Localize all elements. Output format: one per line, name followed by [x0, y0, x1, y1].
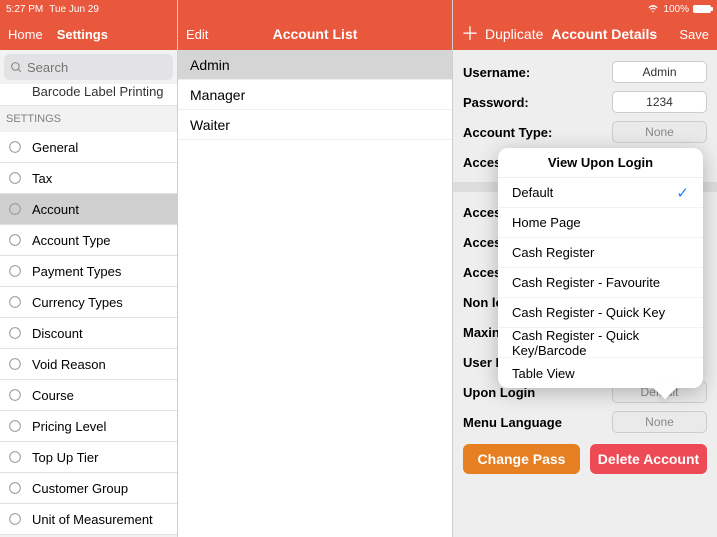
- account-type-label: Account Type:: [463, 125, 612, 140]
- settings-title: Settings: [57, 27, 108, 42]
- sidebar-item-tax[interactable]: Tax: [0, 163, 177, 194]
- sidebar-item-customer-group[interactable]: Customer Group: [0, 473, 177, 504]
- popover-option-label: Default: [512, 185, 553, 200]
- status-time: 5:27 PM: [6, 4, 43, 15]
- menu-language-label: Menu Language: [463, 415, 612, 430]
- search-icon: [10, 61, 23, 74]
- popover-option[interactable]: Cash Register - Favourite: [498, 268, 703, 298]
- search-bar[interactable]: [4, 54, 173, 80]
- sidebar-icon: [6, 262, 24, 280]
- check-icon: ✓: [676, 184, 689, 202]
- sidebar-item-label: Discount: [32, 326, 83, 341]
- username-label: Username:: [463, 65, 612, 80]
- account-type-field[interactable]: None: [612, 121, 707, 143]
- sidebar-item-label: General: [32, 140, 78, 155]
- status-date: Tue Jun 29: [49, 4, 99, 15]
- status-bar-right: 100%: [453, 0, 717, 18]
- popover-option[interactable]: Home Page: [498, 208, 703, 238]
- details-title: Account Details: [551, 26, 657, 42]
- sidebar-item-payment-types[interactable]: Payment Types: [0, 256, 177, 287]
- popover-option-label: Table View: [512, 366, 575, 381]
- menu-language-field[interactable]: None: [612, 411, 707, 433]
- sidebar-icon: [6, 324, 24, 342]
- sidebar-item-label: Currency Types: [32, 295, 123, 310]
- save-button[interactable]: Save: [679, 27, 709, 42]
- popover-option[interactable]: Cash Register - Quick Key: [498, 298, 703, 328]
- change-pass-button[interactable]: Change Pass: [463, 444, 580, 474]
- sidebar-icon: [6, 169, 24, 187]
- sidebar-navbar: Home Settings: [0, 18, 177, 50]
- sidebar-item-label: Customer Group: [32, 481, 128, 496]
- sidebar-icon: [6, 448, 24, 466]
- settings-header: SETTINGS: [0, 106, 177, 132]
- delete-account-button[interactable]: Delete Account: [590, 444, 707, 474]
- password-field[interactable]: 1234: [612, 91, 707, 113]
- sidebar-icon: [6, 479, 24, 497]
- duplicate-button[interactable]: ＋ Duplicate Account Details: [461, 25, 657, 43]
- popover-option[interactable]: Cash Register - Quick Key/Barcode: [498, 328, 703, 358]
- sidebar-item-label: Unit of Measurement: [32, 512, 153, 527]
- popover-option-label: Cash Register - Quick Key: [512, 305, 665, 320]
- sidebar-item-account[interactable]: Account: [0, 194, 177, 225]
- sidebar-icon: [6, 355, 24, 373]
- popover-title: View Upon Login: [498, 148, 703, 178]
- sidebar-item-label: Void Reason: [32, 357, 106, 372]
- sidebar-icon: [6, 386, 24, 404]
- password-label: Password:: [463, 95, 612, 110]
- sidebar-item-void-reason[interactable]: Void Reason: [0, 349, 177, 380]
- home-button[interactable]: Home: [8, 27, 43, 42]
- sidebar-item-general[interactable]: General: [0, 132, 177, 163]
- search-input[interactable]: [27, 60, 167, 75]
- settings-sidebar: 5:27 PM Tue Jun 29 Home Settings Barcode…: [0, 0, 178, 537]
- sidebar-item-course[interactable]: Course: [0, 380, 177, 411]
- sidebar-item-label: Account Type: [32, 233, 111, 248]
- sidebar-icon: [6, 231, 24, 249]
- popover-option[interactable]: Table View: [498, 358, 703, 388]
- sidebar-item-label: Payment Types: [32, 264, 121, 279]
- sidebar-icon: [6, 138, 24, 156]
- account-row-waiter[interactable]: Waiter: [178, 110, 452, 140]
- account-list-navbar: Edit Account List: [178, 18, 452, 50]
- account-row-manager[interactable]: Manager: [178, 80, 452, 110]
- popover-option-label: Cash Register - Quick Key/Barcode: [512, 328, 689, 358]
- sidebar-item-label: Top Up Tier: [32, 450, 98, 465]
- sidebar-item-label: Account: [32, 202, 79, 217]
- popover-option-label: Cash Register: [512, 245, 594, 260]
- account-list-title: Account List: [178, 26, 452, 42]
- wifi-icon: [647, 4, 659, 14]
- account-row-admin[interactable]: Admin: [178, 50, 452, 80]
- sidebar-item-account-type[interactable]: Account Type: [0, 225, 177, 256]
- view-upon-login-popover: View Upon Login Default ✓ Home Page Cash Re…: [498, 148, 703, 388]
- popover-option[interactable]: Cash Register: [498, 238, 703, 268]
- sidebar-icon: [6, 200, 24, 218]
- sidebar-item-truncated[interactable]: Barcode Label Printing: [0, 84, 177, 106]
- plus-icon: ＋: [461, 25, 479, 43]
- status-bar: 5:27 PM Tue Jun 29: [0, 0, 177, 18]
- sidebar-item-unit-of-measurement[interactable]: Unit of Measurement: [0, 504, 177, 535]
- username-field[interactable]: Admin: [612, 61, 707, 83]
- sidebar-icon: [6, 510, 24, 528]
- sidebar-item-label: Pricing Level: [32, 419, 106, 434]
- battery-percent: 100%: [663, 4, 689, 15]
- sidebar-item-currency-types[interactable]: Currency Types: [0, 287, 177, 318]
- popover-option-label: Cash Register - Favourite: [512, 275, 660, 290]
- popover-option-label: Home Page: [512, 215, 581, 230]
- sidebar-icon: [6, 417, 24, 435]
- account-list-panel: Edit Account List AdminManagerWaiter: [178, 0, 453, 537]
- battery-icon: [693, 5, 711, 13]
- sidebar-item-label: Course: [32, 388, 74, 403]
- sidebar-item-top-up-tier[interactable]: Top Up Tier: [0, 442, 177, 473]
- edit-button[interactable]: Edit: [186, 27, 208, 42]
- sidebar-item-label: Tax: [32, 171, 52, 186]
- sidebar-icon: [6, 293, 24, 311]
- sidebar-item-discount[interactable]: Discount: [0, 318, 177, 349]
- status-bar-spacer: [178, 0, 452, 18]
- sidebar-item-pricing-level[interactable]: Pricing Level: [0, 411, 177, 442]
- details-navbar: ＋ Duplicate Account Details Save: [453, 18, 717, 50]
- popover-option[interactable]: Default ✓: [498, 178, 703, 208]
